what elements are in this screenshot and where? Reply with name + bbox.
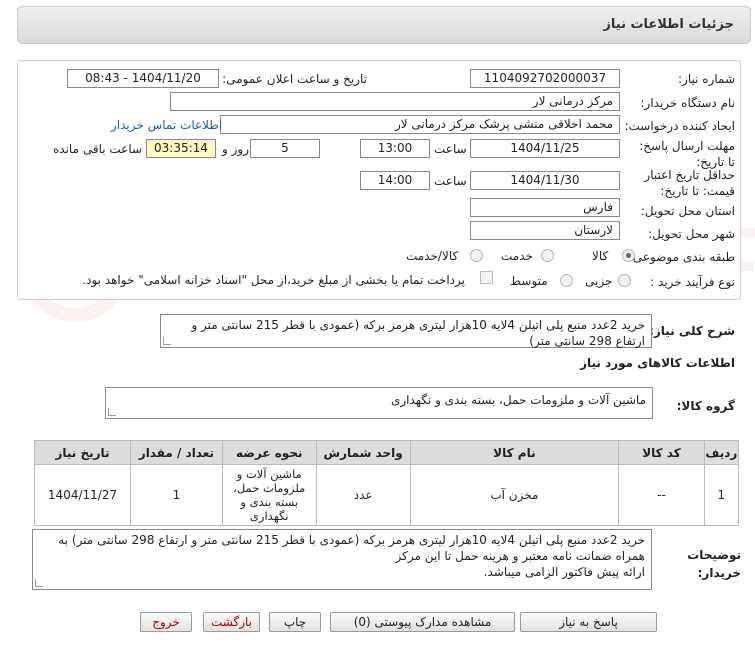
items-table: ردیف کد کالا نام کالا واحد شمارش نحوه عر… xyxy=(33,440,740,526)
reply-date-field: 1404/11/25 xyxy=(470,139,620,158)
reply-deadline-label: مهلت ارسال پاسخ: تا تاریخ: xyxy=(639,139,735,169)
col-header-date: تاریخ نیاز xyxy=(33,440,132,465)
purchase-option-minor: جزیی xyxy=(585,274,613,288)
validity-time-field: 14:00 xyxy=(360,171,430,190)
need-number-label: شماره نیاز: xyxy=(678,72,735,86)
cell-supply: ماشین آلات و ملزومات حمل، بسته بندی و نگ… xyxy=(221,464,317,526)
page-header: جزئیات اطلاعات نیاز xyxy=(17,6,751,44)
announce-label: تاریخ و ساعت اعلان عمومی: xyxy=(222,72,367,86)
category-option-service: خدمت xyxy=(501,249,533,263)
category-radio-both[interactable] xyxy=(470,249,483,262)
category-radio-service[interactable] xyxy=(541,249,554,262)
days-label: روز و xyxy=(222,142,249,156)
category-option-both: کالا/خدمت xyxy=(406,249,459,263)
category-label: طبقه بندی موضوعی: xyxy=(628,250,735,264)
category-radio-goods[interactable] xyxy=(622,249,635,262)
purchase-type-label: نوع فرآیند خرید : xyxy=(650,275,735,289)
reply-time-label: ساعت xyxy=(434,142,467,156)
col-header-code: کد کالا xyxy=(618,440,705,465)
print-button[interactable]: چاپ xyxy=(269,612,321,632)
buyer-notes-label: توضیحات خریدار: xyxy=(687,548,741,580)
buyer-contact-link[interactable]: اطلاعات تماس خریدار xyxy=(111,118,222,132)
col-header-name: نام کالا xyxy=(409,440,620,465)
validity-time-label: ساعت xyxy=(434,174,467,188)
exit-button[interactable]: خروج xyxy=(140,612,192,632)
summary-label: شرح کلی نیاز: xyxy=(649,324,735,338)
province-label: استان محل تحویل: xyxy=(640,204,735,218)
goods-group-field: ماشین آلات و ملزومات حمل، بسته بندی و نگ… xyxy=(105,387,653,419)
page-title: جزئیات اطلاعات نیاز xyxy=(603,17,734,32)
requester-field: محمد اخلاقی منشی پزشک مرکز درمانی لار xyxy=(220,115,620,134)
cell-name: مخزن آب xyxy=(409,464,620,526)
treasury-note: پرداخت تمام یا بخشی از مبلغ خرید،از محل … xyxy=(82,273,465,287)
purchase-radio-minor[interactable] xyxy=(618,274,631,287)
attachments-button[interactable]: مشاهده مدارک پیوستی (0) xyxy=(330,612,515,632)
table-header-row: ردیف کد کالا نام کالا واحد شمارش نحوه عر… xyxy=(33,440,740,465)
back-button[interactable]: بازگشت xyxy=(203,612,260,632)
days-field: 5 xyxy=(250,139,320,158)
announce-field: 1404/11/20 - 08:43 xyxy=(67,69,219,88)
cell-qty: 1 xyxy=(130,464,223,526)
goods-section-title: اطلاعات کالاهای مورد نیاز xyxy=(580,356,735,370)
reply-button[interactable]: پاسخ به نیاز xyxy=(520,612,657,632)
buyer-notes-textarea: خرید 2عدد منبع پلی اتیلن 4لایه 10هزار لی… xyxy=(32,529,652,590)
cell-unit: عدد xyxy=(315,464,411,526)
need-number-field: 1104092702000037 xyxy=(470,69,620,88)
treasury-checkbox[interactable] xyxy=(480,271,493,284)
col-header-row: ردیف xyxy=(703,440,740,465)
city-field: لارستان xyxy=(470,221,620,240)
col-header-supply: نحوه عرضه xyxy=(221,440,317,465)
cell-row-number: 1 xyxy=(703,464,740,526)
reply-time-field: 13:00 xyxy=(360,139,430,158)
purchase-radio-medium[interactable] xyxy=(560,274,573,287)
cell-code: -- xyxy=(618,464,705,526)
validity-date-field: 1404/11/30 xyxy=(470,171,620,190)
table-row: 1 -- مخزن آب عدد ماشین آلات و ملزومات حم… xyxy=(33,464,740,526)
buyer-org-label: نام دستگاه خریدار: xyxy=(640,96,736,110)
summary-textarea: خرید 2عدد منبع پلی اتیلن 4لایه 10هزار لی… xyxy=(160,314,652,348)
remaining-time-field: 03:35:14 xyxy=(146,139,216,158)
validity-label: حداقل تاریخ اعتبار قیمت: تا تاریخ: xyxy=(644,168,735,198)
requester-label: ایجاد کننده درخواست: xyxy=(624,119,735,133)
remaining-time-label: ساعت باقی مانده xyxy=(53,142,143,156)
province-field: فارس xyxy=(470,198,620,217)
category-option-goods: کالا xyxy=(592,249,609,263)
col-header-qty: تعداد / مقدار xyxy=(130,440,223,465)
buyer-org-field: مرکز درمانی لار xyxy=(170,92,620,111)
city-label: شهر محل تحویل: xyxy=(648,227,735,241)
col-header-unit: واحد شمارش xyxy=(315,440,411,465)
goods-group-label: گروه کالا: xyxy=(676,399,735,413)
cell-date: 1404/11/27 xyxy=(33,464,132,526)
purchase-option-medium: متوسط xyxy=(510,274,548,288)
